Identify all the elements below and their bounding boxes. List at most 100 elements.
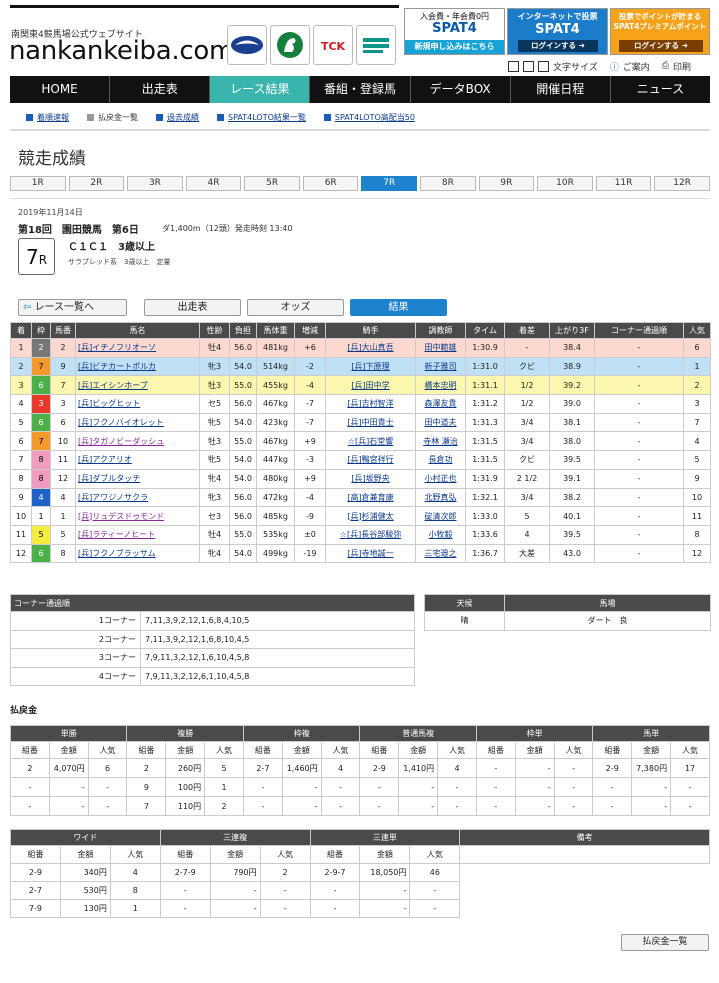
nav-databox[interactable]: データBOX (411, 76, 511, 103)
table-cell: 6 (31, 412, 51, 433)
trainer-link[interactable]: 長倉功 (429, 455, 453, 464)
table-cell: - (594, 412, 684, 433)
horse-name-link[interactable]: [兵]ビチカートポルカ (78, 362, 156, 371)
results-col-header: 馬名 (75, 322, 200, 339)
result-button[interactable]: 結果 (350, 299, 447, 316)
tab-race-9[interactable]: 9R (478, 176, 535, 191)
site-logo[interactable]: nankankeiba.com (9, 36, 234, 66)
partner-logo-kawasaki[interactable] (270, 25, 310, 65)
tab-race-2[interactable]: 2R (68, 176, 125, 191)
horse-name-link[interactable]: [兵]ダブルタッチ (78, 474, 140, 483)
table-cell: - (359, 899, 411, 918)
guide-link[interactable]: ご案内 (623, 60, 650, 73)
trainer-link[interactable]: 田中範雄 (425, 343, 457, 352)
jockey-link[interactable]: [兵]鴨宮祥行 (347, 455, 393, 464)
partner-logo-funabashi[interactable]: TCK (313, 25, 353, 65)
nav-race-results[interactable]: レース結果 (210, 76, 311, 103)
subnav-item[interactable]: SPAT4LOTO高配当50 (323, 112, 415, 123)
subnav-item[interactable]: SPAT4LOTO結果一覧 (217, 112, 306, 123)
nav-entries[interactable]: 出走表 (110, 76, 211, 103)
font-medium-icon[interactable] (523, 60, 534, 72)
trainer-link[interactable]: 小牧毅 (429, 530, 453, 539)
trainer-link[interactable]: 橋本忠明 (425, 381, 457, 390)
horse-name-link[interactable]: [兵]アワジノサクラ (78, 493, 148, 502)
payout-list-button[interactable]: 払戻金一覧 (621, 934, 709, 951)
jockey-link[interactable]: [兵]寺地誠一 (347, 549, 393, 558)
horse-name-link[interactable]: [兵]フクノバイオレット (78, 418, 164, 427)
table-row: 12 6 8 [兵]フクノブラッサム 牝4 54.0 499kg -19 [兵]寺地誠一 三宅邉之… (10, 543, 711, 564)
trainer-link[interactable]: 寺林 瀬治 (423, 437, 458, 446)
trainer-link[interactable]: 森澤友貴 (425, 399, 457, 408)
horse-name-link[interactable]: [兵]イチノフリオーソ (78, 343, 156, 352)
subnav-item[interactable]: 払戻金一覧 (87, 112, 138, 123)
jockey-link[interactable]: [兵]大山真吾 (347, 343, 393, 352)
nav-news[interactable]: ニュース (611, 76, 710, 103)
tab-race-8[interactable]: 8R (420, 176, 476, 191)
tab-race-7[interactable]: 7R (361, 176, 418, 191)
nav-schedule[interactable]: 開催日程 (511, 76, 611, 103)
jockey-link[interactable]: [兵]中田貴士 (347, 418, 393, 427)
subnav-label[interactable]: 払戻金一覧 (98, 112, 138, 123)
partner-logo-ohi[interactable] (227, 25, 267, 65)
horse-name-link[interactable]: [兵]ビッグヒット (78, 399, 140, 408)
tab-race-4[interactable]: 4R (185, 176, 242, 191)
table-cell: ±0 (294, 524, 326, 545)
corner-order: 7,9,11,3,2,12,6,1,10,4,5,8 (140, 666, 415, 686)
subnav-label[interactable]: SPAT4LOTO高配当50 (335, 112, 415, 123)
tab-race-5[interactable]: 5R (244, 176, 300, 191)
spat4-login-banner[interactable]: インターネットで投票 SPAT4 ログインする ➜ (507, 8, 608, 55)
jockey-link[interactable]: ☆[兵]長谷部駿弥 (340, 530, 401, 539)
table-cell: 1:31.0 (465, 356, 505, 377)
horse-name-link[interactable]: [兵]ラティーノヒート (78, 530, 155, 539)
horse-name-link[interactable]: [兵]リュデスドゥモンド (78, 512, 164, 521)
trainer-link[interactable]: 小村正也 (425, 474, 457, 483)
font-small-icon[interactable] (508, 60, 519, 72)
jockey-link[interactable]: [兵]田中学 (351, 381, 389, 390)
subnav-item[interactable]: 着順速報 (26, 112, 69, 123)
trainer-link[interactable]: 田中道夫 (425, 418, 457, 427)
subnav-label[interactable]: 着順速報 (37, 112, 69, 123)
tab-race-1[interactable]: 1R (10, 176, 66, 191)
jockey-link[interactable]: [兵]吉村智洋 (347, 399, 393, 408)
horse-name-link[interactable]: [兵]エイシンホープ (78, 381, 148, 390)
tab-race-3[interactable]: 3R (127, 176, 183, 191)
tab-race-6[interactable]: 6R (302, 176, 359, 191)
nav-programs[interactable]: 番組・登録馬 (310, 76, 411, 103)
payout-group-row: ワイド 三連複 三連単 備考 (10, 829, 710, 846)
table-cell: - (594, 450, 684, 470)
trainer-link[interactable]: 新子雅司 (425, 362, 457, 371)
table-cell: 5 (204, 758, 244, 778)
horse-name-link[interactable]: [兵]フクノブラッサム (78, 549, 156, 558)
payout-group-header: 枠単 (475, 725, 594, 742)
font-large-icon[interactable] (538, 60, 549, 72)
partner-logo-urawa[interactable] (356, 25, 396, 65)
jockey-link[interactable]: [兵]坂野央 (351, 474, 389, 483)
tab-race-11[interactable]: 11R (595, 176, 652, 191)
back-to-race-list-button[interactable]: ⇦ レース一覧へ (18, 299, 127, 316)
jockey-link[interactable]: ☆[兵]石堂響 (348, 437, 393, 446)
horse-name-link[interactable]: [兵]タガノビーダッシュ (78, 437, 164, 446)
table-cell: - (209, 881, 261, 900)
subnav-label[interactable]: SPAT4LOTO結果一覧 (228, 112, 306, 123)
spat4-premium-banner[interactable]: 投票でポイントが貯まる SPAT4プレミアムポイント ログインする ➜ (610, 8, 710, 55)
table-cell: 1:32.1 (465, 487, 505, 508)
subnav-label[interactable]: 過去成績 (167, 112, 199, 123)
tab-race-10[interactable]: 10R (537, 176, 593, 191)
tab-race-12[interactable]: 12R (654, 176, 710, 191)
jockey-link[interactable]: [兵]杉浦健太 (347, 512, 393, 521)
entry-button[interactable]: 出走表 (144, 299, 241, 316)
table-cell: 2 (126, 758, 167, 778)
horse-name-link[interactable]: [兵]アクアリオ (78, 455, 132, 464)
nav-home[interactable]: HOME (10, 76, 111, 103)
jockey-link[interactable]: [高]倉兼育康 (347, 493, 393, 502)
trainer-link[interactable]: 碇清次郎 (425, 512, 457, 521)
odds-button[interactable]: オッズ (247, 299, 344, 316)
trainer-link[interactable]: 三宅邉之 (425, 549, 457, 558)
trainer-link[interactable]: 北野真弘 (425, 493, 457, 502)
subnav-item[interactable]: 過去成績 (156, 112, 199, 123)
print-link[interactable]: 印刷 (673, 60, 691, 73)
spat4-signup-banner[interactable]: 入会費・年会費0円 SPAT4 新規申し込みはこちら (404, 8, 505, 55)
info-icon: ⓘ (609, 62, 619, 73)
jockey-link[interactable]: [兵]下原理 (351, 362, 389, 371)
table-cell: 43.0 (549, 543, 595, 564)
